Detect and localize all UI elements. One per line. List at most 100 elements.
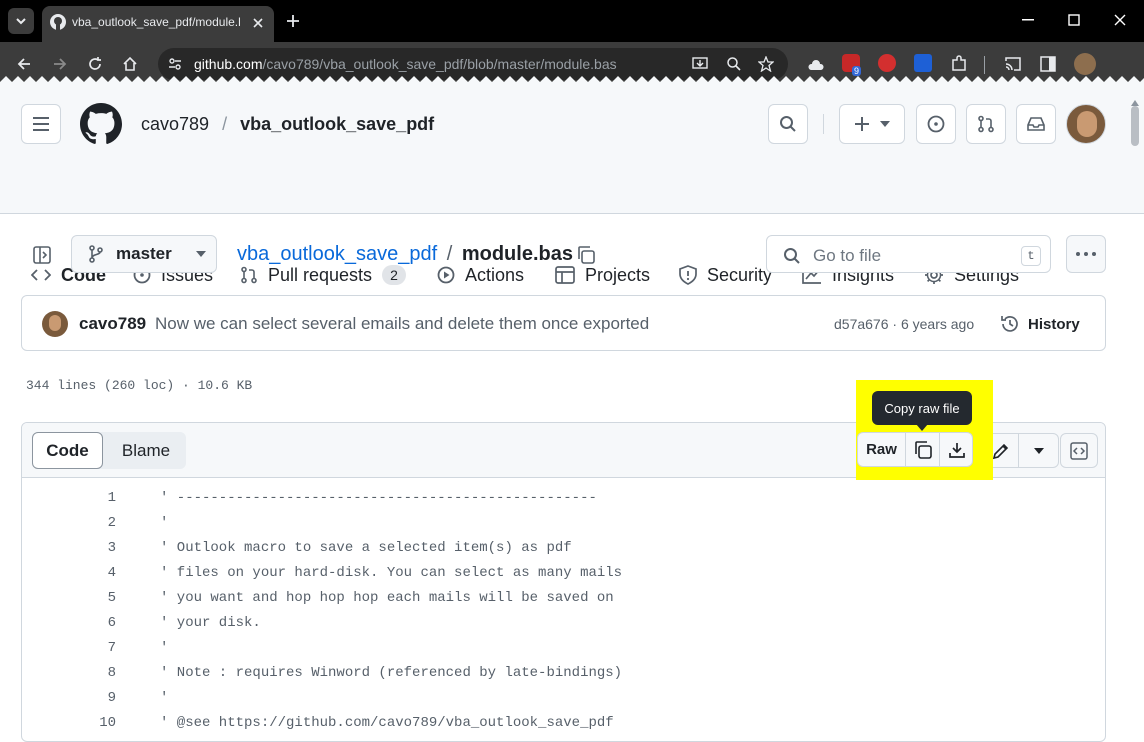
- kebab-horizontal-icon: [1076, 252, 1096, 256]
- puzzle-icon[interactable]: [950, 55, 968, 73]
- file-name: module.bas: [461, 243, 573, 265]
- pull-requests-button[interactable]: [966, 104, 1006, 144]
- copy-raw-file-button[interactable]: [906, 433, 940, 466]
- commit-author-avatar[interactable]: [42, 311, 68, 337]
- go-to-file-input[interactable]: Go to file t: [766, 235, 1051, 273]
- more-options-button[interactable]: [1066, 235, 1106, 273]
- toggle-file-tree-button[interactable]: [22, 236, 62, 274]
- line-text: ': [160, 515, 169, 531]
- bitwarden-extension-icon[interactable]: [914, 54, 932, 72]
- code-line: 5 ' you want and hop hop hop each mails w…: [44, 590, 1104, 615]
- minimize-icon[interactable]: [1022, 19, 1034, 21]
- forward-icon[interactable]: [52, 56, 68, 72]
- inbox-button[interactable]: [1016, 104, 1056, 144]
- install-app-icon[interactable]: [692, 56, 708, 72]
- branch-selector[interactable]: master: [71, 235, 217, 273]
- toolbar-divider: [984, 56, 985, 74]
- inbox-icon: [1027, 117, 1045, 131]
- maximize-icon[interactable]: [1068, 14, 1080, 26]
- edit-options-dropdown[interactable]: [1019, 434, 1059, 467]
- line-number[interactable]: 9: [44, 690, 116, 706]
- blame-tab[interactable]: Blame: [107, 432, 185, 469]
- line-text: ' you want and hop hop hop each mails wi…: [160, 590, 614, 606]
- bookmark-star-icon[interactable]: [758, 56, 774, 72]
- back-icon[interactable]: [16, 56, 32, 72]
- cloud-extension-icon[interactable]: [808, 58, 824, 72]
- line-number[interactable]: 1: [44, 490, 116, 506]
- code-line: 4 ' files on your hard-disk. You can sele…: [44, 565, 1104, 590]
- avatar-face: [49, 315, 61, 331]
- history-label: History: [1028, 315, 1080, 333]
- repo-name-link[interactable]: vba_outlook_save_pdf: [240, 114, 434, 134]
- table-icon: [555, 266, 575, 284]
- sidebar-expand-icon: [33, 246, 51, 264]
- line-text: ': [160, 640, 169, 656]
- line-number[interactable]: 10: [44, 715, 116, 731]
- line-number[interactable]: 2: [44, 515, 116, 531]
- raw-button[interactable]: Raw: [858, 433, 906, 466]
- tooltip: Copy raw file: [872, 391, 972, 425]
- line-text: ' --------------------------------------…: [160, 490, 597, 506]
- menu-button[interactable]: [21, 104, 61, 144]
- window-close-icon[interactable]: [1114, 14, 1126, 26]
- create-new-button[interactable]: [839, 104, 905, 144]
- cast-icon[interactable]: [1004, 56, 1022, 72]
- download-raw-file-button[interactable]: [940, 433, 972, 466]
- github-favicon-icon: [50, 14, 66, 30]
- copy-path-icon[interactable]: [576, 245, 596, 265]
- line-number[interactable]: 6: [44, 615, 116, 631]
- tooltip-text: Copy raw file: [884, 400, 960, 416]
- symbols-panel-button[interactable]: [1060, 433, 1098, 468]
- code-tab-label: Code: [46, 440, 89, 460]
- repo-separator: /: [222, 114, 228, 134]
- reload-icon[interactable]: [87, 56, 103, 72]
- home-icon[interactable]: [122, 56, 138, 72]
- repo-owner-link[interactable]: cavo789: [141, 114, 209, 134]
- page-scrollbar[interactable]: [1130, 100, 1140, 727]
- profile-avatar[interactable]: [1074, 53, 1096, 75]
- go-to-file-placeholder: Go to file: [813, 246, 882, 265]
- commit-sha-time[interactable]: d57a676 · 6 years ago: [834, 316, 974, 332]
- line-number[interactable]: 4: [44, 565, 116, 581]
- issues-button[interactable]: [916, 104, 956, 144]
- code-line: 1 ' -------------------------------------…: [44, 490, 1104, 515]
- line-number[interactable]: 7: [44, 640, 116, 656]
- tab-search-button[interactable]: [8, 8, 34, 34]
- github-logo-icon[interactable]: [80, 103, 122, 145]
- shield-icon: [679, 265, 697, 285]
- raw-label: Raw: [866, 441, 897, 458]
- search-icon: [784, 248, 800, 264]
- line-number[interactable]: 8: [44, 665, 116, 681]
- browser-titlebar: vba_outlook_save_pdf/module.l: [0, 0, 1144, 42]
- url-path: /cavo789/vba_outlook_save_pdf/blob/maste…: [262, 56, 617, 72]
- line-number[interactable]: 3: [44, 540, 116, 556]
- line-text: ' @see https://github.com/cavo789/vba_ou…: [160, 715, 614, 731]
- tab-security[interactable]: Security: [679, 260, 772, 290]
- code-line: 9 ': [44, 690, 1104, 715]
- new-tab-icon[interactable]: [286, 14, 300, 28]
- repo-root-link[interactable]: vba_outlook_save_pdf: [237, 243, 437, 265]
- side-panel-icon[interactable]: [1040, 56, 1056, 72]
- privacy-extension-icon[interactable]: [878, 54, 896, 72]
- code-tab[interactable]: Code: [32, 432, 103, 469]
- line-number[interactable]: 5: [44, 590, 116, 606]
- user-avatar[interactable]: [1066, 104, 1106, 144]
- zoom-icon[interactable]: [726, 56, 742, 72]
- commit-message[interactable]: Now we can select several emails and del…: [155, 314, 649, 334]
- download-icon: [949, 442, 965, 458]
- scrollbar-thumb[interactable]: [1131, 106, 1139, 146]
- url-domain: github.com: [194, 56, 263, 72]
- browser-tab[interactable]: vba_outlook_save_pdf/module.l: [42, 6, 274, 42]
- close-tab-icon[interactable]: [252, 17, 264, 29]
- site-info-icon[interactable]: [168, 57, 182, 71]
- pull-request-icon: [241, 266, 257, 284]
- tab-title: vba_outlook_save_pdf/module.l: [72, 15, 240, 29]
- tab-pull-requests-label: Pull requests: [268, 264, 373, 285]
- copy-icon: [914, 440, 932, 459]
- history-button[interactable]: History: [1000, 312, 1080, 336]
- path-separator: /: [446, 243, 453, 265]
- line-text: ' your disk.: [160, 615, 261, 631]
- commit-author[interactable]: cavo789: [79, 314, 146, 334]
- caret-down-icon: [880, 121, 890, 127]
- search-button[interactable]: [768, 104, 808, 144]
